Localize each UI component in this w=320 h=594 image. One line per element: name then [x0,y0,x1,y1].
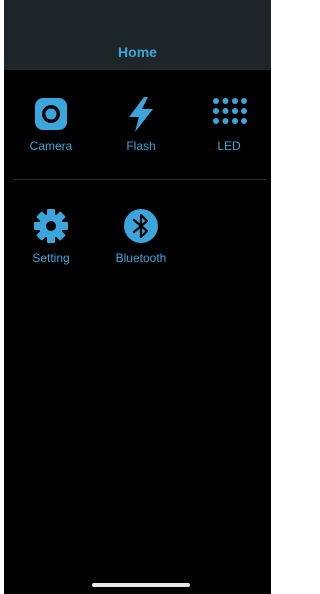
setting-label: Setting [32,251,70,265]
setting-tile[interactable]: Setting [6,208,96,278]
led-label: LED [217,139,241,153]
camera-tile[interactable]: Camera [6,96,96,166]
flash-label: Flash [126,139,156,153]
led-tile[interactable]: LED [184,96,271,166]
section-divider [14,179,266,180]
page-title: Home [118,44,157,60]
gear-icon [34,209,68,243]
bluetooth-tile[interactable]: Bluetooth [96,208,186,278]
led-grid-icon [213,98,247,124]
home-indicator[interactable] [92,583,190,587]
flash-icon [129,97,153,132]
flash-tile[interactable]: Flash [96,96,186,166]
navigation-bar: Home [4,0,271,70]
bluetooth-icon [124,209,158,243]
app-screen: Home Camera Flash LED Setting Bluetooth [4,0,271,594]
camera-label: Camera [29,139,73,153]
bluetooth-label: Bluetooth [115,251,167,265]
camera-icon [35,98,67,130]
